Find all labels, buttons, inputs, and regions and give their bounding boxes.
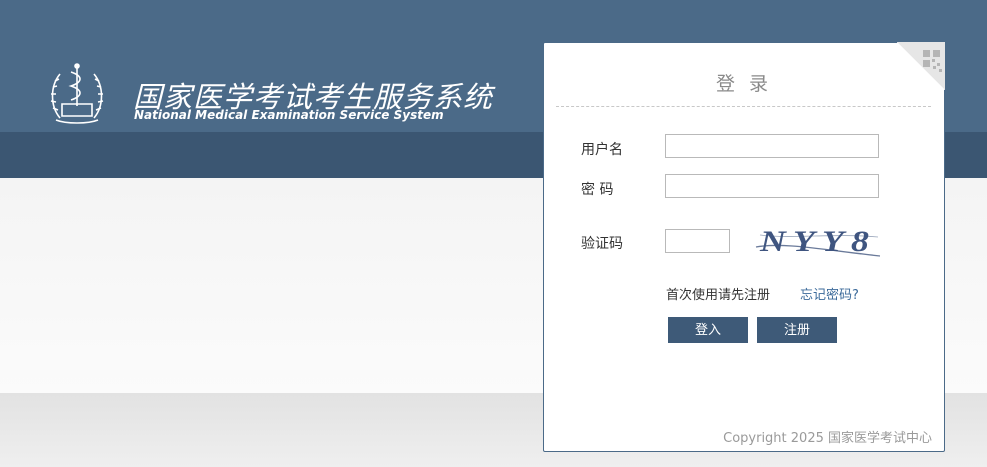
captcha-label: 验证码 [581,236,623,252]
password-label: 密 码 [581,182,614,198]
username-label: 用户名 [581,142,623,158]
password-input[interactable] [665,174,879,198]
username-input[interactable] [665,134,879,158]
login-title: 登 录 [715,73,773,95]
login-button[interactable]: 登入 [668,317,748,343]
captcha-text: NYY8 [759,225,876,258]
site-subtitle: National Medical Examination Service Sys… [134,108,444,122]
captcha-image[interactable]: NYY8 [754,220,882,264]
caduceus-emblem-icon [50,63,104,124]
login-panel: 登 录 用户名 密 码 验证码 NYY8 首次使用请先注册 忘记密码? 登入 注… [543,42,945,452]
register-hint: 首次使用请先注册 [666,288,771,303]
captcha-input[interactable] [665,229,730,253]
title-divider [556,106,931,107]
register-button[interactable]: 注册 [757,317,837,343]
forgot-password-link[interactable]: 忘记密码? [800,284,859,303]
copyright-text: Copyright 2025 国家医学考试中心 [723,431,932,446]
